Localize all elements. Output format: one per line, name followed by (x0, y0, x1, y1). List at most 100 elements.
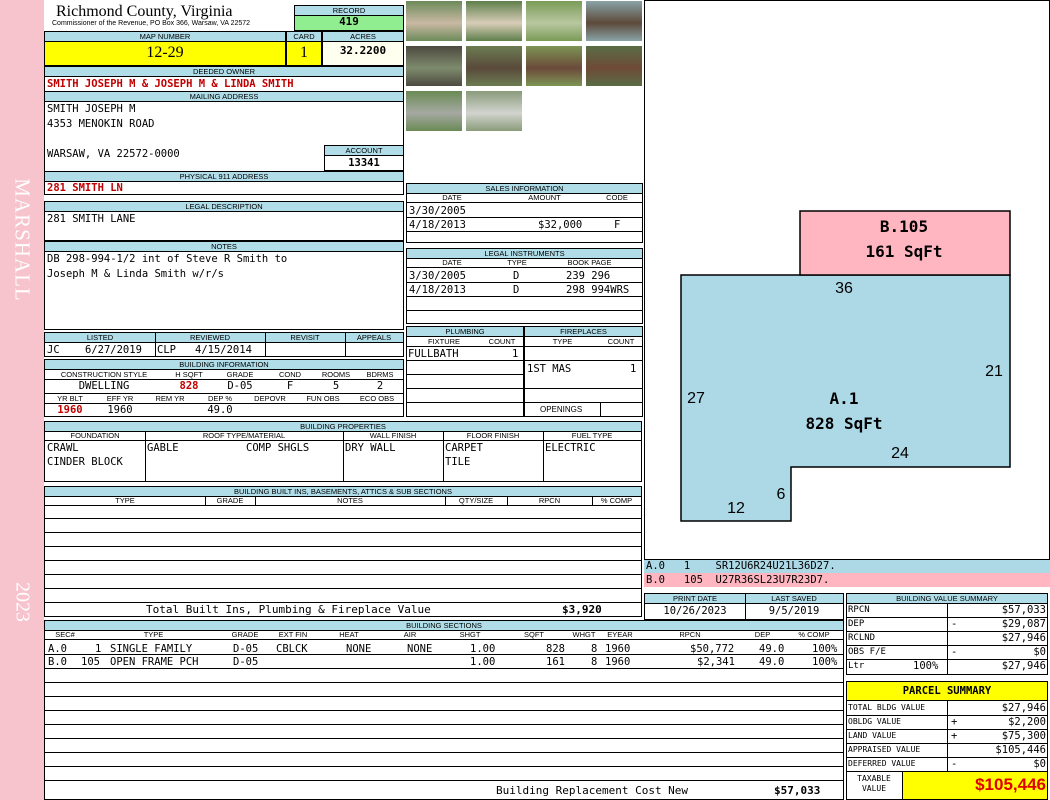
section-col-11: DEP (740, 630, 785, 640)
photo-house-side[interactable] (465, 0, 523, 42)
instruments-type-label: TYPE (497, 258, 537, 268)
sketch-code-b-text: B.0 105 U27R36SL23U7R23D7. (646, 574, 830, 586)
sec-a-comp: 100% (812, 643, 838, 655)
physical-address: 281 SMITH LN (47, 182, 123, 194)
sec-a-air: NONE (407, 643, 433, 655)
section-col-8: WHGT (568, 630, 600, 640)
builtins-total: $3,920 (562, 603, 602, 616)
photo-carport[interactable] (465, 90, 523, 132)
dimension-21: 21 (985, 363, 1003, 380)
physical-address-label: PHYSICAL 911 ADDRESS (45, 172, 403, 182)
sec-b-whgt: 8 (591, 656, 598, 668)
sec-b-eyear: 1960 (605, 656, 631, 668)
mailing-line-1: SMITH JOSEPH M (47, 103, 136, 115)
hsqft-value: 828 (179, 380, 199, 392)
instrument-row-2-type: D (513, 284, 520, 296)
foundation-label: FOUNDATION (45, 431, 145, 441)
construction-style: DWELLING (78, 380, 130, 392)
acres-label: ACRES (323, 32, 403, 42)
photo-shed-1[interactable] (405, 45, 463, 87)
floor-finish-label: FLOOR FINISH (443, 431, 543, 441)
photo-yard[interactable] (525, 0, 583, 42)
map-number: 12-29 (146, 44, 184, 61)
county-title: Richmond County, Virginia (56, 3, 233, 20)
vs-ltr-pct: 100% (913, 660, 939, 672)
floor-finish-1: CARPET (445, 442, 483, 454)
dimension-27: 27 (687, 390, 705, 407)
ps-taxable-label-1: TAXABLE (857, 774, 891, 783)
vs-obs: $0 (1033, 646, 1046, 658)
sec-a-shgt: 1.00 (470, 643, 496, 655)
ps-bldg: $27,946 (1001, 702, 1046, 714)
sec-b-rpcn: $2,341 (697, 656, 735, 668)
section-col-5: AIR (380, 630, 440, 640)
vs-ltr-label: Ltr (848, 661, 865, 671)
mailing-address-label: MAILING ADDRESS (45, 91, 403, 102)
year-label: 2023 (11, 582, 34, 622)
sec-a-heat: NONE (346, 643, 372, 655)
vs-rclnd: $27,946 (1001, 632, 1046, 644)
ps-obldg-label: OBLDG VALUE (848, 717, 901, 726)
fireplace-count: 1 (630, 363, 637, 375)
account-number: 13341 (348, 157, 380, 169)
wall-finish: DRY WALL (345, 442, 396, 454)
taxable-value: $105,446 (975, 775, 1046, 794)
fuel-type-label: FUEL TYPE (543, 431, 641, 441)
instruments-book-label: BOOK PAGE (537, 258, 642, 268)
sec-b-id: B.0 (48, 656, 67, 668)
photo-barn[interactable] (585, 0, 643, 42)
sales-code-label: CODE (592, 193, 642, 203)
section-a-label: A.1 (830, 389, 859, 408)
photo-house-rear[interactable] (405, 90, 463, 132)
legal-description-label: LEGAL DESCRIPTION (45, 202, 403, 212)
sec-a-type: SINGLE FAMILY (110, 643, 193, 655)
hsqft-label: H SQFT (163, 370, 215, 380)
section-col-1: TYPE (85, 630, 222, 640)
section-col-3: EXT FIN (268, 630, 318, 640)
card-number: 1 (300, 44, 308, 61)
eff-yr-value: 1960 (107, 404, 133, 416)
sec-a-dep: 49.0 (759, 643, 785, 655)
yr-blt-label: YR BLT (45, 394, 95, 404)
photo-shed-4[interactable] (585, 45, 643, 87)
foundation-2: CINDER BLOCK (47, 456, 123, 468)
section-b-sqft: 161 SqFt (865, 242, 942, 261)
instrument-row-1-date: 3/30/2005 (409, 270, 466, 282)
sec-a-num: 1 (95, 643, 102, 655)
rooms-label: ROOMS (315, 370, 357, 380)
rem-yr-label: REM YR (145, 394, 195, 404)
sales-amount-label: AMOUNT (497, 193, 592, 203)
sales-row-2-date: 4/18/2013 (409, 219, 466, 231)
section-b-label: B.105 (880, 217, 928, 236)
vs-rpcn: $57,033 (1001, 604, 1046, 616)
left-sidebar (0, 0, 44, 800)
vs-obs-label: OBS F/E (848, 647, 886, 657)
sec-a-grade: D-05 (233, 643, 259, 655)
sec-a-whgt: 8 (591, 643, 598, 655)
eff-yr-label: EFF YR (95, 394, 145, 404)
rooms-value: 5 (332, 380, 340, 392)
listed-date: 6/27/2019 (85, 344, 142, 356)
card-label: CARD (287, 32, 321, 42)
photo-shed-2[interactable] (465, 45, 523, 87)
building-sketch: B.105 161 SqFt A.1 828 SqFt 36 21 27 24 … (680, 210, 1011, 522)
dimension-6: 6 (777, 486, 786, 503)
photo-house-front[interactable] (405, 0, 463, 42)
sales-row-2-amount: $32,000 (538, 219, 583, 231)
depovr-label: DEPOVR (245, 394, 295, 404)
sec-b-sqft: 161 (546, 656, 565, 668)
instruments-date-label: DATE (407, 258, 497, 268)
ps-deferred-label: DEFERRED VALUE (848, 759, 916, 768)
print-date: 10/26/2023 (663, 605, 727, 617)
yr-blt-value: 1960 (57, 404, 83, 416)
foundation-1: CRAWL (47, 442, 79, 454)
legal-description: 281 SMITH LANE (47, 213, 136, 225)
sec-b-dep: 49.0 (759, 656, 785, 668)
account-label: ACCOUNT (325, 146, 403, 156)
dimension-12: 12 (727, 500, 745, 517)
vs-dep-label: DEP (848, 619, 865, 629)
last-saved-label: LAST SAVED (745, 594, 843, 604)
sec-a-ext: CBLCK (276, 643, 308, 655)
dep-pct-value: 49.0 (207, 404, 233, 416)
photo-shed-3[interactable] (525, 45, 583, 87)
